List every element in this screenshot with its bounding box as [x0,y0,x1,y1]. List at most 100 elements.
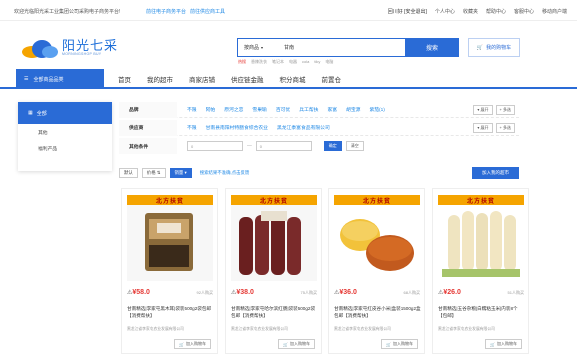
brand-option[interactable]: 兵工帮扶 [299,106,318,113]
product-price: ⚠¥38.0 [231,289,254,296]
supplier-option[interactable]: 黑龙江黍富食品有限公司 [277,124,330,131]
hot-term[interactable]: cola [302,59,309,65]
platform-link[interactable]: 前往电子商务平台 [146,8,186,15]
filter-row-supplier: 供应商 不限 甘南县南阳村特膳食综合农业 黑龙江黍富食品有限公司 ▾ 展开 + … [119,119,519,136]
brand-option[interactable]: 阿帕 [206,106,216,113]
filter-panel: 品牌 不限 阿帕 原河之恋 雪果瑜 百可优 兵工帮扶 家富 胡宝源 紫茄(1) … [119,101,519,156]
product-sold: 68人购买 [403,290,420,295]
chevron-down-icon: ▾ [261,45,264,50]
product-shop[interactable]: 黑龙江省李家屯农业发展有限公司 [127,327,215,332]
product-image[interactable]: 北方扶贫 [231,195,317,281]
nav-item-my-market[interactable]: 我的超市 [147,74,173,84]
search-category-select[interactable]: 按商品 ▾ [238,44,276,51]
brand-option[interactable]: 原河之恋 [224,106,243,113]
brand-multi-button[interactable]: + 多选 [495,104,515,115]
add-to-cart-button[interactable]: 🛒 加入购物车 [381,339,418,349]
brand-option[interactable]: 雪果瑜 [252,106,266,113]
header: 阳光七采 MORNINGSHOP BUY 按商品 ▾ 甘南 搜索 热搜 香辣洗衣… [0,22,577,68]
search-button[interactable]: 搜索 [405,38,459,57]
product-card[interactable]: 北方扶贫 ⚠¥58.0 92人购买 甘南精选|李家屯黑木耳|袋装500g2袋包邮… [121,188,218,354]
welcome-text: 欢迎光临阳光采工业集团公司采购电子商务平台! [14,9,121,15]
price-to-input[interactable]: 0 [255,141,312,151]
supplier-expand-button[interactable]: ▾ 展开 [473,122,493,133]
product-banner: 北方扶贫 [127,195,213,205]
topbar-link-help[interactable]: 帮助中心 [486,8,506,15]
product-photo [145,213,193,271]
topbar-link-personal[interactable]: 个人中心 [435,8,455,15]
product-name[interactable]: 甘南精选|李家屯红皮谷小米|盒装1500g2盒包邮【消费帮扶】 [334,305,422,319]
nav-item-shops[interactable]: 商家店铺 [189,74,215,84]
feedback-link[interactable]: 搜索结果不准确,点击反馈 [200,170,250,176]
product-shop[interactable]: 黑龙江省李家屯农业发展有限公司 [438,327,526,332]
product-shop[interactable]: 黑龙江省李家屯农业发展有限公司 [231,327,319,332]
brand-option[interactable]: 胡宝源 [346,106,360,113]
hot-term[interactable]: 电脑 [325,59,333,65]
add-to-cart-button[interactable]: 🛒 加入购物车 [174,339,211,349]
product-name[interactable]: 甘南精选|李家屯哈尔滨红肠|袋装500g2袋包邮【消费帮扶】 [231,305,319,319]
supplier-multi-button[interactable]: + 多选 [495,122,515,133]
cart-icon: 🛒 [490,341,495,347]
filter-label-price: 其他条件 [119,138,177,154]
nav-item-home[interactable]: 首页 [118,74,131,84]
logo-icon[interactable] [20,36,60,58]
all-categories-button[interactable]: ☰ 全部商品品类 [16,69,104,89]
add-to-cart-button[interactable]: 🛒 加入购物车 [278,339,315,349]
product-price: ⚠¥26.0 [438,289,461,296]
price-ok-button[interactable]: 确定 [323,141,342,151]
cart-icon: 🛒 [179,341,184,347]
product-shop[interactable]: 黑龙江省李家屯农业发展有限公司 [334,327,422,332]
hot-term[interactable]: 电器 [289,59,297,65]
nav-item-warehouse[interactable]: 前置仓 [322,74,342,84]
sort-price-button[interactable]: 价格 ⇅ [141,168,166,178]
user-info[interactable]: 回川好 [安全退出] [388,8,427,15]
product-banner: 北方扶贫 [231,195,317,205]
product-image[interactable]: 北方扶贫 [438,195,524,281]
cart-button[interactable]: 🛒 我的购物车 [468,38,520,57]
cart-icon: 🛒 [386,341,391,347]
nav-item-points-mall[interactable]: 积分商城 [280,74,306,84]
top-bar: 欢迎光临阳光采工业集团公司采购电子商务平台! 前往电子商务平台 前往供应商工具 … [0,0,577,21]
sort-bar: 默认 价格 ⇅ 销量 ▾ 搜索结果不准确,点击反馈 加入我的超市 [119,167,519,179]
filter-row-brand: 品牌 不限 阿帕 原河之恋 雪果瑜 百可优 兵工帮扶 家富 胡宝源 紫茄(1) … [119,101,519,118]
add-to-cart-button[interactable]: 🛒 加入购物车 [485,339,522,349]
brand-option[interactable]: 家富 [327,106,337,113]
product-image[interactable]: 北方扶贫 [127,195,213,281]
price-clear-button[interactable]: 清空 [345,141,364,151]
topbar-link-service[interactable]: 客服中心 [514,8,534,15]
brand-option[interactable]: 百可优 [276,106,290,113]
brand-option[interactable]: 紫茄(1) [369,106,384,113]
price-from-input[interactable]: 0 [187,141,243,151]
brand-expand-button[interactable]: ▾ 展开 [473,104,493,115]
product-image[interactable]: 北方扶贫 [334,195,420,281]
product-card[interactable]: 北方扶贫 ⚠¥26.0 51人购买 甘南精选|五谷杂粮|白糯粘玉米|内装8个【包… [432,188,529,354]
topbar-link-favorites[interactable]: 收藏夹 [463,8,478,15]
hot-term[interactable]: 笔记本 [272,59,284,65]
category-sidebar: ▦ 全部 其他 福利产品 [18,102,112,171]
hot-term[interactable]: tiky [314,59,320,65]
sort-sales-button[interactable]: 销量 ▾ [169,168,192,178]
supplier-option[interactable]: 甘南县南阳村特膳食综合农业 [206,124,268,131]
product-photo [239,211,301,275]
product-photo [442,211,520,277]
sort-default-button[interactable]: 默认 [119,168,138,178]
product-name[interactable]: 甘南精选|五谷杂粮|白糯粘玉米|内装8个【包邮】 [438,305,526,319]
product-price: ⚠¥36.0 [334,289,357,296]
brand-option[interactable]: 不限 [187,106,197,113]
topbar-right: 回川好 [安全退出] 个人中心 收藏夹 帮助中心 客服中心 移动商户端 [388,8,567,15]
supplier-option[interactable]: 不限 [187,124,197,131]
nav-item-finance[interactable]: 供应链金融 [231,74,264,84]
product-card[interactable]: 北方扶贫 ⚠¥36.0 68人购买 甘南精选|李家屯红皮谷小米|盒装1500g2… [328,188,425,354]
main-nav: ☰ 全部商品品类 首页 我的超市 商家店铺 供应链金融 积分商城 前置仓 [0,69,577,89]
product-name[interactable]: 甘南精选|李家屯黑木耳|袋装500g2袋包邮【消费帮扶】 [127,305,215,319]
sidebar-item-welfare[interactable]: 福利产品 [18,140,112,156]
topbar-link-mobile[interactable]: 移动商户端 [542,8,567,15]
hot-label: 热搜 [238,59,246,64]
sidebar-item-other[interactable]: 其他 [18,124,112,140]
sidebar-head-label: 全部 [36,110,47,117]
hot-term[interactable]: 香辣洗衣 [251,59,267,65]
hot-searches: 热搜 香辣洗衣 笔记本 电器 cola tiky 电脑 [238,59,333,65]
add-to-market-button[interactable]: 加入我的超市 [472,167,519,179]
product-card[interactable]: 北方扶贫 ⚠¥38.0 75人购买 甘南精选|李家屯哈尔滨红肠|袋装500g2袋… [225,188,322,354]
sidebar-head[interactable]: ▦ 全部 [18,102,112,124]
supplier-link[interactable]: 前往供应商工具 [190,8,225,15]
